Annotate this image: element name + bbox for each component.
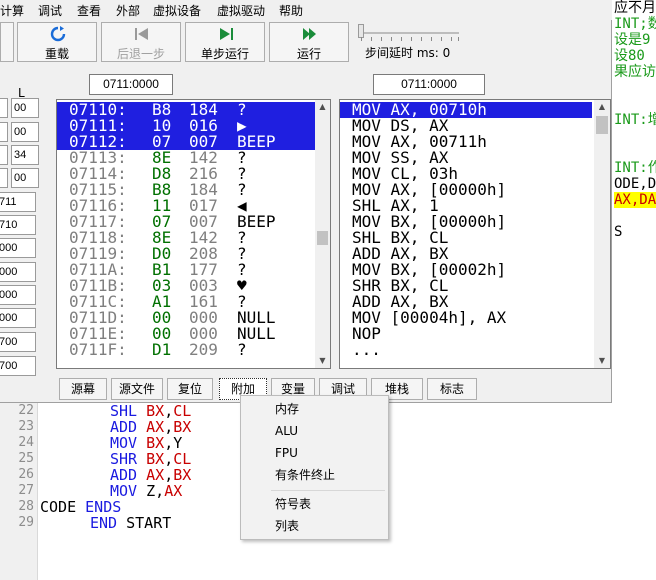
text-line: ODE,D bbox=[614, 176, 656, 192]
menu-virtual-drivers[interactable]: 虚拟驱动 bbox=[217, 2, 265, 19]
scroll-up-icon[interactable]: ▲ bbox=[594, 100, 610, 114]
register-field[interactable]: 710 bbox=[0, 215, 36, 235]
text-line: 果应访 bbox=[614, 64, 656, 80]
step-back-button[interactable]: 后退一步 bbox=[101, 22, 181, 62]
code-line: MOV Z,AX bbox=[110, 482, 183, 500]
run-button[interactable]: 运行 bbox=[269, 22, 349, 62]
text-line: INT;数 bbox=[614, 16, 656, 32]
step-delay-control: 步间延时 ms: 0 bbox=[355, 20, 465, 68]
tab-source-screen[interactable]: 源幕 bbox=[59, 378, 107, 400]
register-high-field[interactable] bbox=[0, 168, 8, 188]
disassembly-view[interactable]: MOV AX, 00710h MOV DS, AX MOV AX, 00711h… bbox=[339, 99, 611, 369]
tab-reset[interactable]: 复位 bbox=[167, 378, 213, 400]
text-line: INT:作 bbox=[614, 160, 656, 176]
text-line: 设80 bbox=[614, 48, 645, 64]
memory-view[interactable]: 07110: B8 184? 07111: 10 016 ▶ 07112: 07 007 BEE… bbox=[56, 99, 331, 369]
reload-button[interactable]: 重载 bbox=[17, 22, 97, 62]
register-field[interactable]: 711 bbox=[0, 192, 36, 212]
menu-item-symbol-table[interactable]: 符号表 bbox=[241, 493, 388, 515]
menu-item-fpu[interactable]: FPU bbox=[241, 442, 388, 464]
code-line: END START bbox=[90, 514, 172, 532]
line-number: 22 bbox=[18, 403, 34, 418]
code-line: ADD AX,BX bbox=[110, 418, 192, 436]
memory-scrollbar[interactable]: ▲ ▼ bbox=[315, 100, 330, 368]
menu-item-listing[interactable]: 列表 bbox=[241, 515, 388, 537]
toolbar-button-partial[interactable] bbox=[0, 22, 14, 62]
menu-bar: 计算 调试 查看 外部 虚拟设备 虚拟驱动 帮助 bbox=[0, 0, 612, 20]
step-forward-icon bbox=[220, 28, 233, 40]
memory-row[interactable]: 0711F: D1 209? bbox=[57, 342, 315, 358]
step-back-icon bbox=[135, 28, 148, 40]
register-low-field[interactable]: 00 bbox=[11, 98, 39, 118]
disasm-row[interactable]: ... bbox=[340, 342, 592, 358]
line-number: 24 bbox=[18, 435, 34, 450]
register-field[interactable]: 000 bbox=[0, 262, 36, 282]
menu-calc[interactable]: 计算 bbox=[0, 2, 24, 19]
step-run-button[interactable]: 单步运行 bbox=[185, 22, 265, 62]
code-line: MOV BX,Y bbox=[110, 434, 183, 452]
register-high-field[interactable] bbox=[0, 98, 8, 118]
register-low-field[interactable]: 34 bbox=[11, 145, 39, 165]
attach-dropdown-menu: 内存 ALU FPU 有条件终止 符号表 列表 bbox=[240, 395, 389, 540]
step-back-label: 后退一步 bbox=[116, 47, 165, 61]
scroll-down-icon[interactable]: ▼ bbox=[594, 354, 610, 368]
step-delay-label: 步间延时 ms: 0 bbox=[365, 46, 451, 60]
menu-item-conditional-stop[interactable]: 有条件终止 bbox=[241, 464, 388, 486]
highlighted-line: AX,DA bbox=[614, 192, 656, 208]
text-line: INT:增 bbox=[614, 112, 656, 128]
run-icon bbox=[303, 28, 316, 40]
code-line: SHR BX,CL bbox=[110, 450, 192, 468]
step-run-label: 单步运行 bbox=[200, 47, 249, 61]
menu-virtual-devices[interactable]: 虚拟设备 bbox=[153, 2, 201, 19]
menu-debug[interactable]: 调试 bbox=[38, 2, 62, 19]
register-field[interactable]: 000 bbox=[0, 285, 36, 305]
line-number: 27 bbox=[18, 483, 34, 498]
disasm-scrollbar[interactable]: ▲ ▼ bbox=[594, 100, 610, 368]
line-number: 28 bbox=[18, 499, 34, 514]
code-line: CODE ENDS bbox=[40, 498, 122, 516]
register-field[interactable]: 700 bbox=[0, 332, 36, 352]
register-panel: L 00 00 34 00 711 710 000 000 000 000 70… bbox=[0, 86, 50, 386]
register-field[interactable]: 000 bbox=[0, 238, 36, 258]
menu-item-alu[interactable]: ALU bbox=[241, 420, 388, 442]
menu-external[interactable]: 外部 bbox=[116, 2, 140, 19]
disasm-address-field[interactable]: 0711:0000 bbox=[373, 74, 485, 95]
tab-flags[interactable]: 标志 bbox=[427, 378, 477, 400]
memory-scroll-thumb[interactable] bbox=[317, 231, 328, 245]
code-line: ADD AX,BX bbox=[110, 466, 192, 484]
reload-icon bbox=[50, 26, 66, 42]
step-delay-slider-thumb[interactable] bbox=[358, 24, 364, 38]
register-low-field[interactable]: 00 bbox=[11, 122, 39, 142]
register-field[interactable]: 000 bbox=[0, 308, 36, 328]
line-number: 23 bbox=[18, 419, 34, 434]
text-line: S bbox=[614, 224, 623, 240]
disasm-scroll-thumb[interactable] bbox=[596, 116, 608, 134]
register-high-field[interactable] bbox=[0, 145, 8, 165]
memory-address-field[interactable]: 0711:0000 bbox=[89, 74, 173, 95]
run-label: 运行 bbox=[296, 47, 321, 61]
menu-separator bbox=[271, 490, 385, 491]
line-number: 25 bbox=[18, 451, 34, 466]
step-delay-slider-track[interactable] bbox=[361, 32, 459, 34]
toolbar: 重载 后退一步 单步运行 运行 bbox=[0, 20, 612, 68]
debugger-window: 计算 调试 查看 外部 虚拟设备 虚拟驱动 帮助 重载 后退一步 单步运行 运行… bbox=[0, 0, 612, 403]
menu-help[interactable]: 帮助 bbox=[279, 2, 303, 19]
register-low-field[interactable]: 00 bbox=[11, 168, 39, 188]
text-line: 应不月 bbox=[614, 0, 656, 16]
reload-label: 重载 bbox=[44, 47, 69, 61]
scroll-down-icon[interactable]: ▼ bbox=[315, 354, 330, 368]
line-number-gutter: 22 23 24 25 26 27 28 29 bbox=[0, 403, 38, 580]
line-number: 29 bbox=[18, 515, 34, 530]
code-line: SHL BX,CL bbox=[110, 402, 192, 420]
source-text-panel[interactable]: 应不月 INT;数 设是9 设80 果应访 INT:增 INT:作 ODE,D … bbox=[612, 0, 656, 403]
menu-view[interactable]: 查看 bbox=[77, 2, 101, 19]
line-number: 26 bbox=[18, 467, 34, 482]
scroll-up-icon[interactable]: ▲ bbox=[315, 100, 330, 114]
tab-source-file[interactable]: 源文件 bbox=[111, 378, 163, 400]
text-line: 设是9 bbox=[614, 32, 651, 48]
register-high-field[interactable] bbox=[0, 122, 8, 142]
menu-item-memory[interactable]: 内存 bbox=[241, 398, 388, 420]
register-field[interactable]: 700 bbox=[0, 356, 36, 376]
